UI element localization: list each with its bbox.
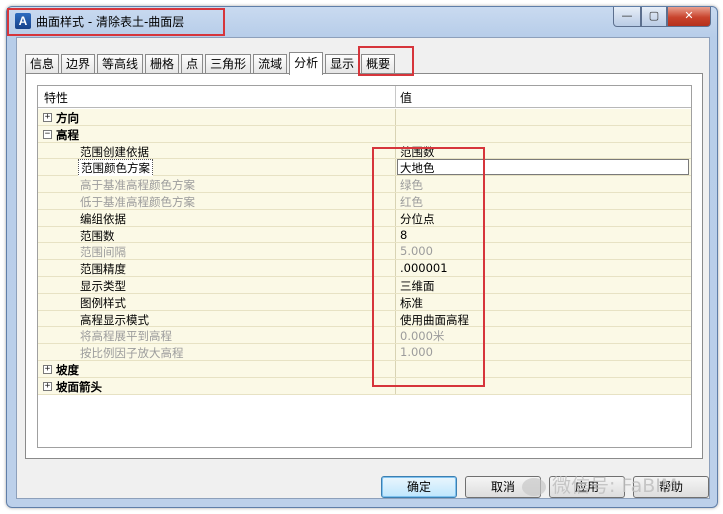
- surface-style-dialog: A 曲面样式 - 清除表土-曲面层 — ▢ ✕ 信息 边界 等高线 栅格点三角形 流域分…: [6, 6, 718, 508]
- help-button[interactable]: 帮助: [633, 476, 709, 498]
- column-divider[interactable]: [395, 86, 396, 108]
- property-label: 范围创建依据: [80, 144, 149, 159]
- property-label: 将高程展平到高程: [80, 329, 172, 344]
- minimize-button[interactable]: —: [613, 7, 641, 27]
- tab-8[interactable]: 显示: [325, 54, 360, 74]
- grid-property-row[interactable]: 图例样式 标准: [38, 293, 691, 311]
- tab-5[interactable]: 三角形: [205, 54, 252, 74]
- analysis-tab-highlight-box: [358, 46, 414, 76]
- property-label: 范围数: [80, 228, 115, 243]
- grid-property-row[interactable]: 低于基准高程颜色方案 红色: [38, 192, 691, 210]
- expand-icon[interactable]: +: [43, 381, 52, 391]
- maximize-button[interactable]: ▢: [641, 7, 667, 27]
- dialog-client-area: 信息 边界 等高线 栅格点三角形 流域 分析 显示 概要 特性 值 + 方向 − 高程 范围创建依据范…: [16, 37, 710, 499]
- property-label: 范围间隔: [80, 245, 126, 260]
- grid-category-row[interactable]: − 高程: [38, 125, 691, 143]
- grid-property-row[interactable]: 范围精度 .000001: [38, 260, 691, 277]
- tab-4[interactable]: 点: [181, 54, 204, 74]
- property-label: 方向: [56, 111, 79, 125]
- grid-category-row[interactable]: + 坡度: [38, 360, 691, 378]
- property-label: 坡度: [56, 362, 79, 377]
- grid-property-row[interactable]: 将高程展平到高程 0.000米: [38, 327, 691, 345]
- grid-property-row[interactable]: 范围间隔 5.000: [38, 243, 691, 261]
- property-label: 低于基准高程颜色方案: [80, 194, 195, 209]
- values-highlight-box: [372, 147, 485, 387]
- tab-2[interactable]: 等高线: [97, 54, 144, 74]
- grid-category-row[interactable]: + 方向: [38, 109, 691, 126]
- cancel-button[interactable]: 取消: [465, 476, 541, 498]
- tab-0[interactable]: 信息: [25, 54, 60, 74]
- tab-panel-analysis: 特性 值 + 方向 − 高程 范围创建依据 范围数 范围颜色方案 大地色 高于基准高程颜色方案绿…: [25, 73, 703, 459]
- grid-rows: + 方向 − 高程 范围创建依据 范围数 范围颜色方案 大地色 高于基准高程颜色方案 绿色 低于基准…: [38, 109, 691, 395]
- grid-property-row[interactable]: 范围创建依据 范围数: [38, 142, 691, 160]
- property-label: 范围精度: [80, 262, 126, 277]
- tab-6[interactable]: 流域: [253, 54, 288, 74]
- tab-strip: 信息 边界 等高线 栅格点三角形 流域 分析 显示 概要: [25, 50, 397, 75]
- window-controls: — ▢ ✕: [613, 7, 711, 27]
- tab-7[interactable]: 分析: [289, 52, 324, 75]
- grid-property-row[interactable]: 按比例因子放大高程 1.000: [38, 344, 691, 361]
- property-label: 高程: [56, 127, 79, 142]
- title-highlight-box: [7, 8, 225, 36]
- grid-property-row[interactable]: 高于基准高程颜色方案 绿色: [38, 176, 691, 193]
- grid-header: 特性 值: [38, 86, 691, 108]
- expand-icon[interactable]: +: [43, 364, 52, 374]
- property-label: 图例样式: [80, 295, 126, 310]
- grid-property-row[interactable]: 显示类型 三维面: [38, 276, 691, 294]
- apply-button[interactable]: 应用: [549, 476, 625, 498]
- property-grid: 特性 值 + 方向 − 高程 范围创建依据 范围数 范围颜色方案 大地色 高于基准高程颜色方案绿…: [37, 85, 692, 448]
- cell-divider: [395, 125, 396, 142]
- property-label: 高于基准高程颜色方案: [80, 178, 195, 193]
- property-label: 高程显示模式: [80, 312, 149, 327]
- tab-1[interactable]: 边界: [61, 54, 96, 74]
- cell-divider: [395, 109, 396, 125]
- property-label: 坡面箭头: [56, 379, 102, 394]
- property-label: 编组依据: [80, 211, 126, 226]
- grid-property-row[interactable]: 编组依据 分位点: [38, 209, 691, 227]
- grid-category-row[interactable]: + 坡面箭头: [38, 377, 691, 395]
- close-button[interactable]: ✕: [667, 7, 711, 27]
- property-label: 范围颜色方案: [78, 159, 153, 178]
- ok-button[interactable]: 确定: [381, 476, 457, 498]
- collapse-icon[interactable]: −: [43, 129, 52, 139]
- grid-property-row[interactable]: 范围颜色方案 大地色: [38, 159, 691, 178]
- grid-property-row[interactable]: 范围数 8: [38, 226, 691, 244]
- tab-3[interactable]: 栅格: [145, 54, 180, 74]
- property-label: 按比例因子放大高程: [80, 346, 184, 361]
- grid-property-row[interactable]: 高程显示模式 使用曲面高程: [38, 310, 691, 328]
- column-header-value[interactable]: 值: [400, 89, 412, 106]
- property-label: 显示类型: [80, 278, 126, 293]
- column-header-property[interactable]: 特性: [44, 89, 68, 106]
- expand-icon[interactable]: +: [43, 113, 52, 122]
